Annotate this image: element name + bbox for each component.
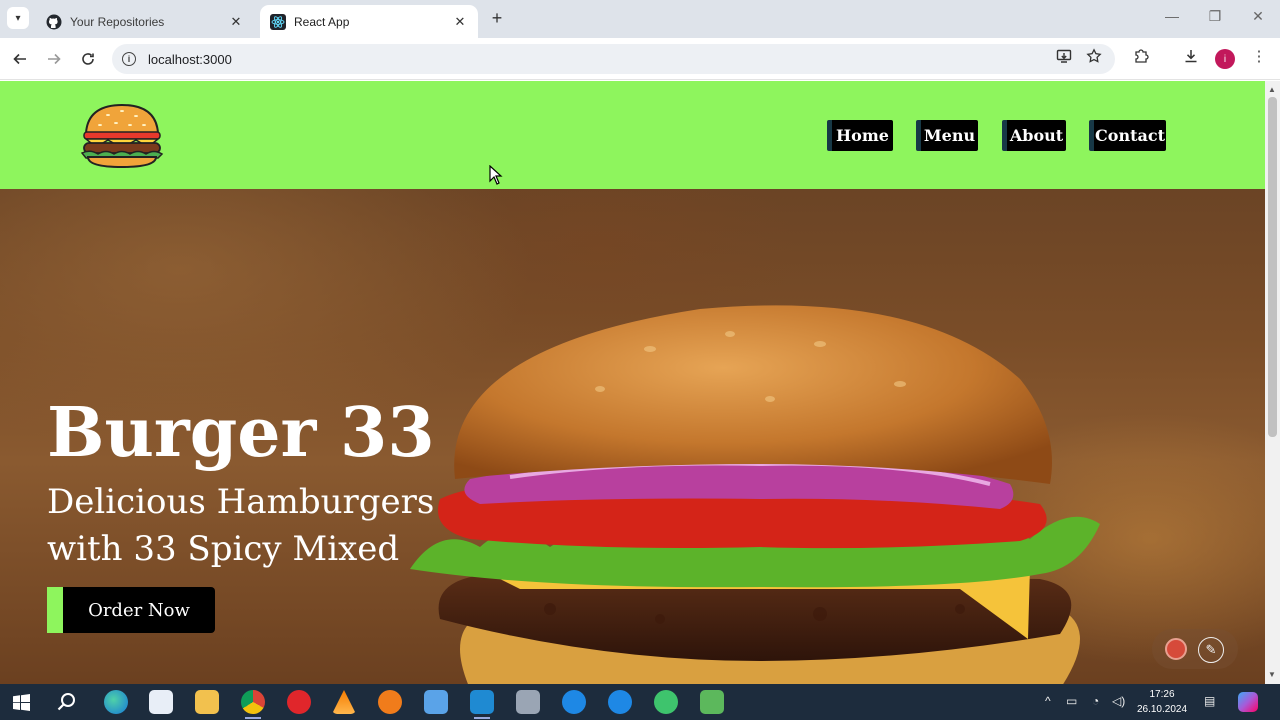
address-bar[interactable]: i localhost:3000	[112, 44, 1115, 74]
app-cube-icon[interactable]	[424, 690, 448, 714]
browser-toolbar: i localhost:3000 i ⋮	[0, 38, 1280, 80]
bluetooth-icon[interactable]	[562, 690, 586, 714]
store-icon[interactable]	[149, 690, 173, 714]
window-close-icon[interactable]: ✕	[1243, 8, 1273, 25]
github-icon	[46, 14, 62, 29]
git-icon[interactable]	[700, 690, 724, 714]
scroll-thumb[interactable]	[1268, 97, 1277, 437]
install-app-icon[interactable]	[1053, 45, 1075, 67]
menu-kebab-icon[interactable]: ⋮	[1248, 45, 1270, 67]
react-icon	[270, 13, 286, 30]
windows-taskbar: ^ ▭ ◔ ◁) 17:26 26.10.2024 ▤	[0, 684, 1280, 720]
hero-subtitle: Delicious Hamburgers with 33 Spicy Mixed	[47, 482, 435, 569]
hero-section: Burger 33 Delicious Hamburgers with 33 S…	[0, 189, 1265, 684]
tray-chevron-icon[interactable]: ^	[1045, 694, 1051, 708]
messenger-icon[interactable]	[608, 690, 632, 714]
burger-logo[interactable]	[78, 101, 166, 171]
taskbar-clock[interactable]: 17:26 26.10.2024	[1134, 687, 1190, 717]
wifi-icon[interactable]: ◔	[1092, 694, 1099, 708]
tab-title: React App	[294, 14, 350, 29]
vscode-icon[interactable]	[470, 690, 494, 719]
back-arrow-icon[interactable]	[8, 47, 32, 71]
whatsapp-icon[interactable]	[654, 690, 678, 714]
network-app-icon[interactable]	[516, 690, 540, 714]
opera-icon[interactable]	[287, 690, 311, 714]
edge-browser-icon[interactable]	[104, 690, 128, 714]
restore-icon[interactable]: ❐	[1200, 8, 1230, 25]
tab-title: Your Repositories	[70, 14, 165, 29]
nav-home[interactable]: Home	[827, 120, 893, 151]
nav-contact[interactable]: Contact	[1089, 120, 1166, 151]
page-viewport: Home Menu About Contact Burger 33 Delici…	[0, 81, 1265, 684]
bookmark-star-icon[interactable]	[1083, 45, 1105, 67]
copilot-icon[interactable]	[1238, 692, 1258, 712]
vlc-icon[interactable]	[332, 690, 356, 714]
site-info-icon[interactable]: i	[122, 52, 136, 66]
nav-about[interactable]: About	[1002, 120, 1066, 151]
hero-title: Burger 33	[47, 393, 435, 473]
chrome-icon[interactable]	[241, 690, 265, 719]
url-text: localhost:3000	[148, 51, 232, 67]
nav-menu[interactable]: Menu	[916, 120, 978, 151]
site-header: Home Menu About Contact	[0, 81, 1265, 189]
clock-time: 17:26	[1149, 689, 1175, 700]
close-icon[interactable]: ✕	[228, 14, 244, 30]
app-orange-icon[interactable]	[378, 690, 402, 714]
scroll-down-icon[interactable]: ▼	[1268, 670, 1276, 679]
tab-search-button[interactable]: ▾	[7, 7, 29, 29]
clock-date: 26.10.2024	[1136, 704, 1188, 715]
notifications-icon[interactable]: ▤	[1204, 694, 1215, 708]
hero-burger-image	[410, 305, 1100, 684]
browser-tab-strip: ▾ Your Repositories ✕ React App ✕ + — ❐ …	[0, 0, 1280, 38]
windows-start-icon[interactable]	[13, 694, 30, 711]
close-icon[interactable]: ✕	[452, 14, 468, 30]
page-scrollbar[interactable]: ▲ ▼	[1265, 81, 1280, 684]
scroll-up-icon[interactable]: ▲	[1268, 85, 1276, 94]
forward-arrow-icon[interactable]	[42, 47, 66, 71]
battery-icon[interactable]: ▭	[1066, 694, 1077, 708]
profile-avatar[interactable]: i	[1215, 49, 1235, 69]
mouse-cursor-icon	[489, 165, 503, 185]
tab-your-repositories[interactable]: Your Repositories ✕	[36, 5, 254, 38]
reload-icon[interactable]	[76, 47, 100, 71]
search-icon[interactable]	[57, 692, 77, 712]
file-explorer-icon[interactable]	[195, 690, 219, 714]
volume-icon[interactable]: ◁)	[1112, 694, 1125, 708]
downloads-icon[interactable]	[1180, 45, 1202, 67]
record-icon[interactable]	[1165, 638, 1187, 660]
order-now-button[interactable]: Order Now	[47, 587, 215, 633]
screen-recorder-widget: ✎	[1152, 629, 1238, 669]
pen-icon[interactable]: ✎	[1198, 637, 1224, 663]
tab-react-app[interactable]: React App ✕	[260, 5, 478, 38]
minimize-icon[interactable]: —	[1157, 8, 1187, 24]
new-tab-plus-icon[interactable]: +	[486, 8, 508, 30]
extensions-icon[interactable]	[1130, 45, 1152, 67]
